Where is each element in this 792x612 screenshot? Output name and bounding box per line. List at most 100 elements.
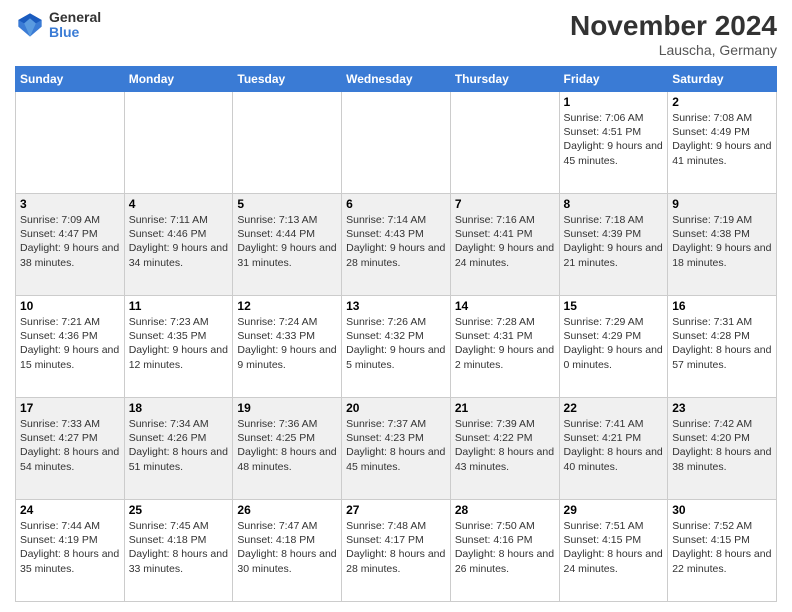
header-tuesday: Tuesday [233, 67, 342, 92]
table-cell: 6 Sunrise: 7:14 AM Sunset: 4:43 PM Daylig… [342, 194, 451, 296]
day-number: 21 [455, 401, 555, 415]
table-cell: 16 Sunrise: 7:31 AM Sunset: 4:28 PM Dayli… [668, 296, 777, 398]
day-info: Sunrise: 7:14 AM Sunset: 4:43 PM Dayligh… [346, 213, 446, 270]
day-number: 13 [346, 299, 446, 313]
logo-text: General Blue [49, 10, 101, 41]
day-number: 29 [564, 503, 664, 517]
table-cell: 22Sunrise: 7:41 AM Sunset: 4:21 PM Dayli… [559, 398, 668, 500]
table-cell: 4Sunrise: 7:11 AM Sunset: 4:46 PM Daylig… [124, 194, 233, 296]
day-number: 14 [455, 299, 555, 313]
weekday-header-row: Sunday Monday Tuesday Wednesday Thursday… [16, 67, 777, 92]
day-number: 20 [346, 401, 446, 415]
calendar-title: November 2024 [570, 10, 777, 42]
page: General Blue November 2024 Lauscha, Germ… [0, 0, 792, 612]
day-number: 16 [672, 299, 772, 313]
table-cell [450, 92, 559, 194]
table-cell: 9 Sunrise: 7:19 AM Sunset: 4:38 PM Daylig… [668, 194, 777, 296]
day-info: Sunrise: 7:44 AM Sunset: 4:19 PM Dayligh… [20, 519, 120, 576]
table-cell: 2Sunrise: 7:08 AM Sunset: 4:49 PM Daylig… [668, 92, 777, 194]
header-sunday: Sunday [16, 67, 125, 92]
table-cell [233, 92, 342, 194]
table-cell: 18 Sunrise: 7:34 AM Sunset: 4:26 PM Dayli… [124, 398, 233, 500]
day-number: 9 [672, 197, 772, 211]
day-number: 3 [20, 197, 120, 211]
day-info: Sunrise: 7:11 AM Sunset: 4:46 PM Dayligh… [129, 213, 229, 270]
day-number: 10 [20, 299, 120, 313]
day-number: 11 [129, 299, 229, 313]
day-info: Sunrise: 7:47 AM Sunset: 4:18 PM Dayligh… [237, 519, 337, 576]
calendar-table: Sunday Monday Tuesday Wednesday Thursday… [15, 66, 777, 602]
calendar-week-row: 17 Sunrise: 7:33 AM Sunset: 4:27 PM Dayli… [16, 398, 777, 500]
day-info: Sunrise: 7:39 AM Sunset: 4:22 PM Dayligh… [455, 417, 555, 474]
logo-line2: Blue [49, 25, 101, 40]
table-cell: 3 Sunrise: 7:09 AM Sunset: 4:47 PM Daylig… [16, 194, 125, 296]
table-cell: 1Sunrise: 7:06 AM Sunset: 4:51 PM Daylig… [559, 92, 668, 194]
table-cell: 27 Sunrise: 7:48 AM Sunset: 4:17 PM Dayli… [342, 500, 451, 602]
day-info: Sunrise: 7:52 AM Sunset: 4:15 PM Dayligh… [672, 519, 772, 576]
day-info: Sunrise: 7:51 AM Sunset: 4:15 PM Dayligh… [564, 519, 664, 576]
day-info: Sunrise: 7:34 AM Sunset: 4:26 PM Dayligh… [129, 417, 229, 474]
header-monday: Monday [124, 67, 233, 92]
day-info: Sunrise: 7:42 AM Sunset: 4:20 PM Dayligh… [672, 417, 772, 474]
table-cell: 10 Sunrise: 7:21 AM Sunset: 4:36 PM Dayli… [16, 296, 125, 398]
day-info: Sunrise: 7:23 AM Sunset: 4:35 PM Dayligh… [129, 315, 229, 372]
day-number: 5 [237, 197, 337, 211]
day-info: Sunrise: 7:31 AM Sunset: 4:28 PM Dayligh… [672, 315, 772, 372]
table-cell: 26 Sunrise: 7:47 AM Sunset: 4:18 PM Dayli… [233, 500, 342, 602]
day-number: 15 [564, 299, 664, 313]
day-info: Sunrise: 7:16 AM Sunset: 4:41 PM Dayligh… [455, 213, 555, 270]
day-info: Sunrise: 7:24 AM Sunset: 4:33 PM Dayligh… [237, 315, 337, 372]
day-number: 27 [346, 503, 446, 517]
day-number: 18 [129, 401, 229, 415]
table-cell [16, 92, 125, 194]
title-section: November 2024 Lauscha, Germany [570, 10, 777, 58]
header: General Blue November 2024 Lauscha, Germ… [15, 10, 777, 58]
day-info: Sunrise: 7:50 AM Sunset: 4:16 PM Dayligh… [455, 519, 555, 576]
day-info: Sunrise: 7:33 AM Sunset: 4:27 PM Dayligh… [20, 417, 120, 474]
day-info: Sunrise: 7:19 AM Sunset: 4:38 PM Dayligh… [672, 213, 772, 270]
header-thursday: Thursday [450, 67, 559, 92]
day-number: 25 [129, 503, 229, 517]
day-info: Sunrise: 7:26 AM Sunset: 4:32 PM Dayligh… [346, 315, 446, 372]
table-cell: 29 Sunrise: 7:51 AM Sunset: 4:15 PM Dayli… [559, 500, 668, 602]
day-number: 30 [672, 503, 772, 517]
day-info: Sunrise: 7:29 AM Sunset: 4:29 PM Dayligh… [564, 315, 664, 372]
table-cell: 19 Sunrise: 7:36 AM Sunset: 4:25 PM Dayli… [233, 398, 342, 500]
table-cell: 30 Sunrise: 7:52 AM Sunset: 4:15 PM Dayli… [668, 500, 777, 602]
calendar-week-row: 3 Sunrise: 7:09 AM Sunset: 4:47 PM Daylig… [16, 194, 777, 296]
day-info: Sunrise: 7:18 AM Sunset: 4:39 PM Dayligh… [564, 213, 664, 270]
calendar-subtitle: Lauscha, Germany [570, 42, 777, 58]
day-info: Sunrise: 7:36 AM Sunset: 4:25 PM Dayligh… [237, 417, 337, 474]
day-number: 23 [672, 401, 772, 415]
day-number: 19 [237, 401, 337, 415]
table-cell: 11 Sunrise: 7:23 AM Sunset: 4:35 PM Dayli… [124, 296, 233, 398]
table-cell: 25Sunrise: 7:45 AM Sunset: 4:18 PM Dayli… [124, 500, 233, 602]
day-number: 17 [20, 401, 120, 415]
calendar-week-row: 24 Sunrise: 7:44 AM Sunset: 4:19 PM Dayli… [16, 500, 777, 602]
table-cell: 23 Sunrise: 7:42 AM Sunset: 4:20 PM Dayli… [668, 398, 777, 500]
day-number: 26 [237, 503, 337, 517]
day-info: Sunrise: 7:28 AM Sunset: 4:31 PM Dayligh… [455, 315, 555, 372]
day-number: 6 [346, 197, 446, 211]
day-number: 28 [455, 503, 555, 517]
logo-icon [15, 10, 45, 40]
day-info: Sunrise: 7:13 AM Sunset: 4:44 PM Dayligh… [237, 213, 337, 270]
day-number: 2 [672, 95, 772, 109]
table-cell: 8Sunrise: 7:18 AM Sunset: 4:39 PM Daylig… [559, 194, 668, 296]
day-info: Sunrise: 7:48 AM Sunset: 4:17 PM Dayligh… [346, 519, 446, 576]
table-cell [342, 92, 451, 194]
table-cell: 28 Sunrise: 7:50 AM Sunset: 4:16 PM Dayli… [450, 500, 559, 602]
day-number: 24 [20, 503, 120, 517]
day-info: Sunrise: 7:09 AM Sunset: 4:47 PM Dayligh… [20, 213, 120, 270]
day-info: Sunrise: 7:21 AM Sunset: 4:36 PM Dayligh… [20, 315, 120, 372]
logo: General Blue [15, 10, 101, 41]
logo-line1: General [49, 10, 101, 25]
day-number: 7 [455, 197, 555, 211]
table-cell: 24 Sunrise: 7:44 AM Sunset: 4:19 PM Dayli… [16, 500, 125, 602]
day-info: Sunrise: 7:37 AM Sunset: 4:23 PM Dayligh… [346, 417, 446, 474]
day-info: Sunrise: 7:41 AM Sunset: 4:21 PM Dayligh… [564, 417, 664, 474]
day-number: 1 [564, 95, 664, 109]
calendar-week-row: 1Sunrise: 7:06 AM Sunset: 4:51 PM Daylig… [16, 92, 777, 194]
calendar-week-row: 10 Sunrise: 7:21 AM Sunset: 4:36 PM Dayli… [16, 296, 777, 398]
day-number: 12 [237, 299, 337, 313]
